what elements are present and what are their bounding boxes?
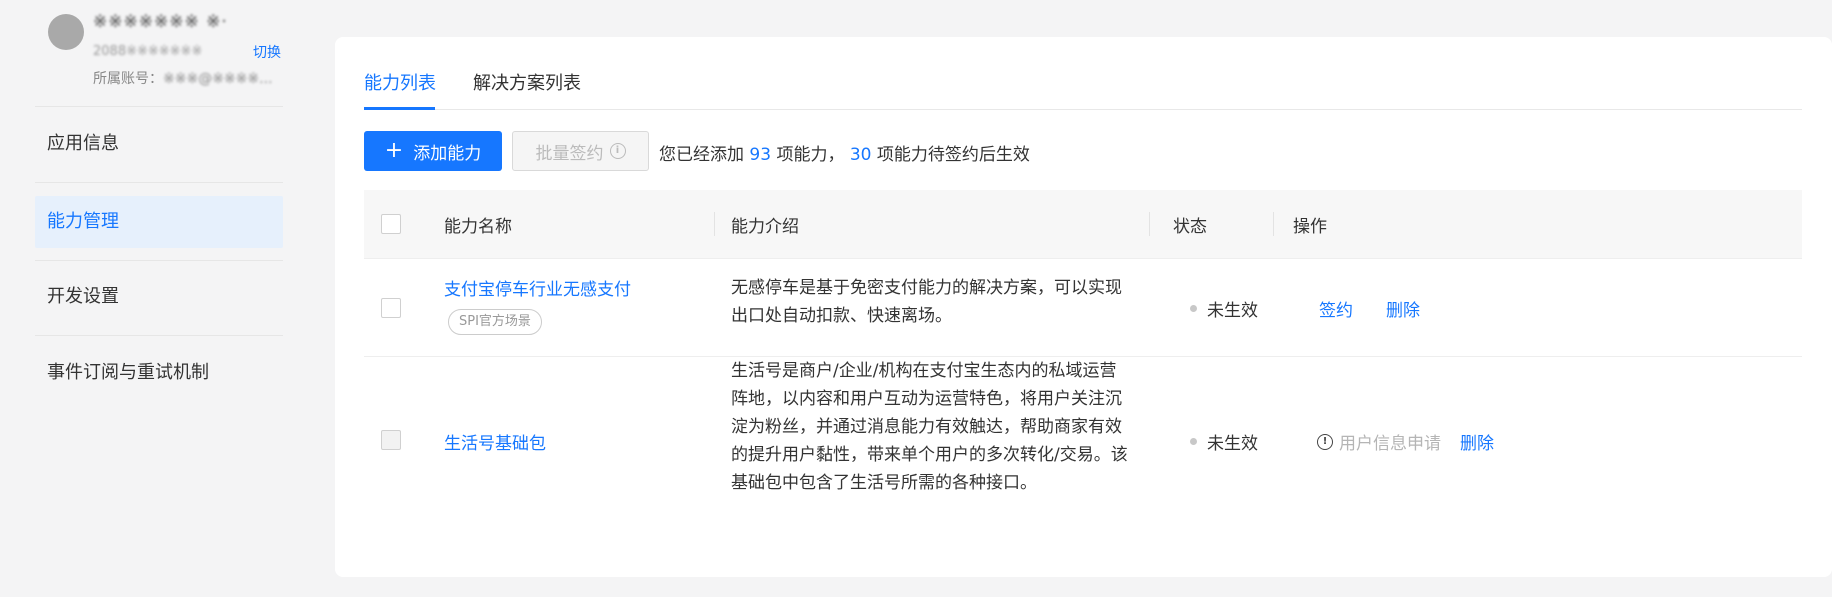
capability-description: 生活号是商户/企业/机构在支付宝生态内的私域运营阵地，以内容和用户互动为运营特色… <box>731 361 1128 493</box>
account-belong-label: 所属账号： <box>93 71 163 87</box>
table-row: 生活号基础包 生活号是商户/企业/机构在支付宝生态内的私域运营阵地，以内容和用户… <box>364 357 1802 597</box>
tab-solution-list[interactable]: 解决方案列表 <box>473 69 581 95</box>
sidebar-item-app-info[interactable]: 应用信息 <box>35 118 283 170</box>
add-capability-button[interactable]: + 添加能力 <box>364 131 502 171</box>
capability-summary: 您已经添加 93 项能力， 30 项能力待签约后生效 <box>659 140 1030 165</box>
header-ops: 操作 <box>1293 217 1327 237</box>
status-dot <box>1190 438 1197 445</box>
delete-button[interactable]: 删除 <box>1460 429 1494 454</box>
divider <box>35 182 283 183</box>
status-badge: 未生效 <box>1190 296 1258 321</box>
row-checkbox[interactable] <box>381 430 401 450</box>
plus-icon: + <box>384 138 404 163</box>
column-separator <box>714 212 715 236</box>
spi-tag: SPI官方场景 <box>448 309 542 335</box>
divider <box>35 106 283 107</box>
sign-button[interactable]: 签约 <box>1319 296 1353 321</box>
added-count: 93 <box>749 145 772 165</box>
batch-sign-label: 批量签约 <box>535 143 604 164</box>
delete-button[interactable]: 删除 <box>1386 296 1420 321</box>
sidebar: ※※※※※※※ ※· 2088※※※※※※※ 切换 所属账号：※※※@※※※※.… <box>0 0 335 556</box>
summary-prefix: 您已经添加 <box>659 145 744 165</box>
account-belong-value: ※※※@※※※※... <box>163 71 273 87</box>
divider <box>35 260 283 261</box>
column-separator <box>1149 212 1150 236</box>
capability-name-link[interactable]: 支付宝停车行业无感支付 <box>444 275 631 300</box>
status-badge: 未生效 <box>1190 429 1258 454</box>
row-checkbox[interactable] <box>381 298 401 318</box>
pending-count: 30 <box>849 145 872 165</box>
sidebar-item-capability-management[interactable]: 能力管理 <box>35 196 283 248</box>
header-status: 状态 <box>1173 217 1207 237</box>
user-info-apply-button: ! 用户信息申请 <box>1317 429 1441 454</box>
switch-account-link[interactable]: 切换 <box>253 42 281 62</box>
status-dot <box>1190 305 1197 312</box>
tab-capability-list[interactable]: 能力列表 <box>364 69 436 95</box>
batch-sign-button[interactable]: 批量签约 i <box>512 131 649 171</box>
account-name: ※※※※※※※ ※· <box>93 12 228 32</box>
sidebar-item-dev-settings[interactable]: 开发设置 <box>35 271 283 323</box>
table-row: 支付宝停车行业无感支付 SPI官方场景 无感停车是基于免密支付能力的解决方案，可… <box>364 259 1802 357</box>
account-id: 2088※※※※※※※ <box>93 44 203 59</box>
column-separator <box>1273 212 1274 236</box>
sidebar-item-event-subscription[interactable]: 事件订阅与重试机制 <box>35 347 283 399</box>
tab-bar: 能力列表 解决方案列表 <box>364 37 1802 110</box>
header-intro: 能力介绍 <box>731 217 799 237</box>
capability-description: 无感停车是基于免密支付能力的解决方案，可以实现出口处自动扣款、快速离场。 <box>731 278 1122 326</box>
divider <box>35 335 283 336</box>
capability-name-link[interactable]: 生活号基础包 <box>444 429 546 454</box>
select-all-checkbox[interactable] <box>381 214 401 234</box>
tab-active-indicator <box>364 107 435 110</box>
exclamation-icon: ! <box>1317 433 1333 450</box>
summary-suffix: 项能力待签约后生效 <box>876 145 1030 165</box>
info-icon: i <box>609 143 626 159</box>
account-belong: 所属账号：※※※@※※※※... <box>93 68 272 88</box>
avatar <box>48 14 84 50</box>
status-text: 未生效 <box>1207 434 1258 454</box>
header-name: 能力名称 <box>444 217 512 237</box>
table-header: 能力名称 能力介绍 状态 操作 <box>364 190 1802 259</box>
status-text: 未生效 <box>1207 301 1258 321</box>
main-panel: 能力列表 解决方案列表 + 添加能力 批量签约 i 您已经添加 93 项能力， … <box>335 37 1832 577</box>
add-capability-label: 添加能力 <box>413 143 482 164</box>
summary-mid: 项能力， <box>776 145 845 165</box>
user-info-apply-label: 用户信息申请 <box>1339 434 1441 454</box>
